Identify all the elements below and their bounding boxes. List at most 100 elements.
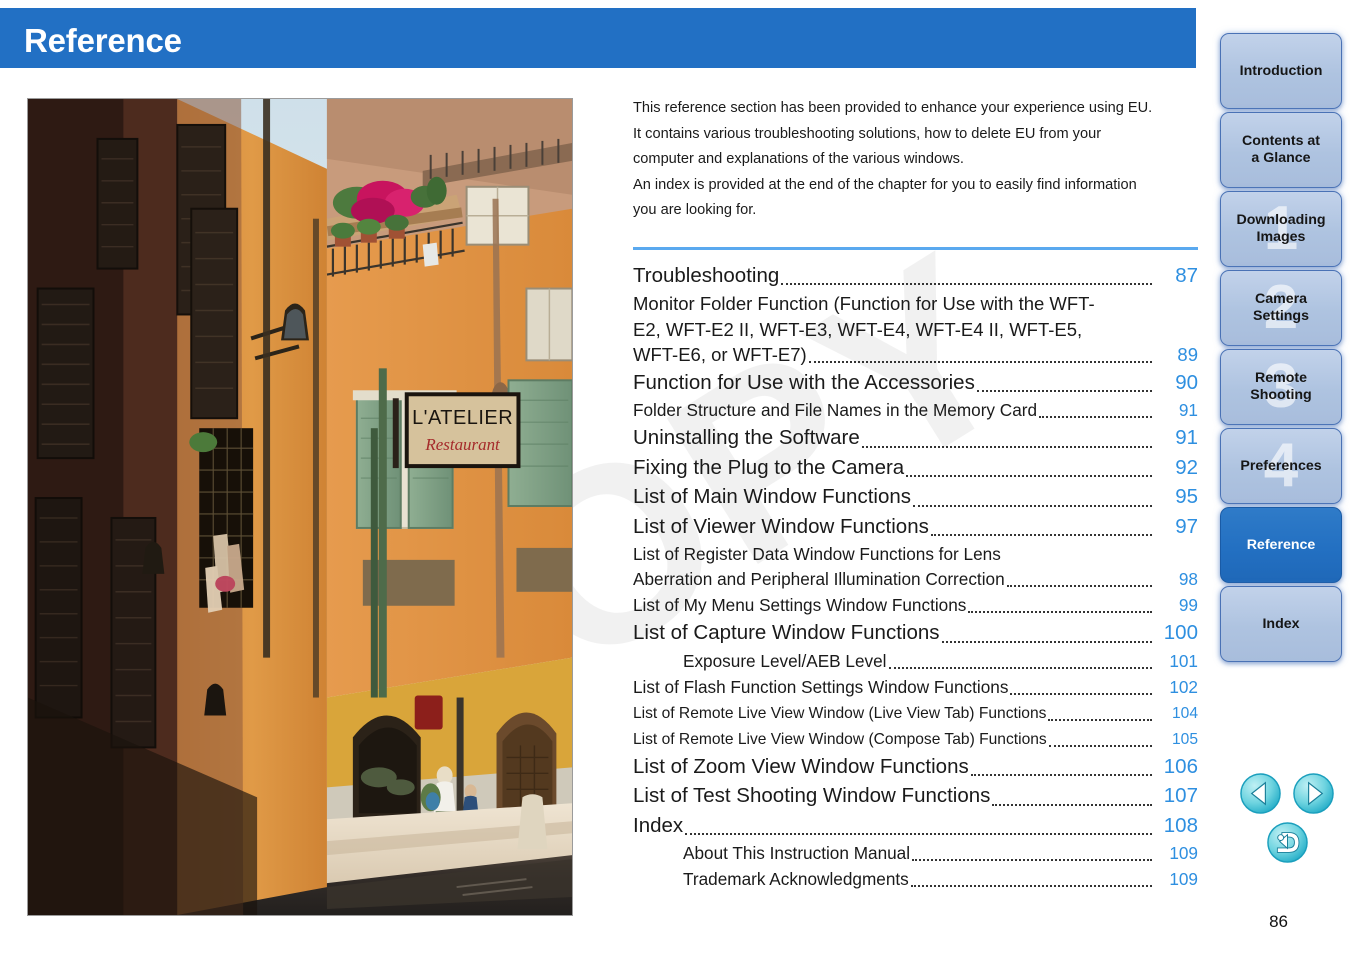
toc-leader-dots — [913, 504, 1152, 507]
toc-entry[interactable]: List of Register Data Window Functions f… — [633, 542, 1198, 592]
intro-line-2: It contains various troubleshooting solu… — [633, 125, 1102, 142]
toc-entry-page: 90 — [1175, 370, 1198, 394]
toc-entry[interactable]: Exposure Level/AEB Level 101 — [633, 649, 1198, 674]
toc-entry[interactable]: About This Instruction Manual 109 — [633, 841, 1198, 866]
toc-entry-textwrap: List of Register Data Window Functions f… — [633, 542, 1154, 592]
intro-paragraph: This reference section has been provided… — [633, 96, 1198, 224]
manual-page: COPY Reference L'ATELIER Restaurant This… — [0, 0, 1350, 954]
toc-entry-textwrap: Monitor Folder Function (Function for Us… — [633, 291, 1154, 368]
toc-entry-label-line: List of Register Data Window Functions f… — [633, 544, 1001, 564]
sidebar-tab-camera-settings[interactable]: 2 Camera Settings — [1220, 270, 1342, 346]
toc-entry[interactable]: Fixing the Plug to the Camera 92 — [633, 454, 1198, 483]
toc-entry-label: List of Main Window Functions — [633, 485, 912, 508]
toc-entry[interactable]: Function for Use with the Accessories 90 — [633, 369, 1198, 398]
sidebar-tab-preferences[interactable]: 4 Preferences — [1220, 428, 1342, 504]
toc-entry-page: 87 — [1175, 263, 1198, 287]
toc-entry-label: About This Instruction Manual — [683, 843, 911, 863]
toc-entry[interactable]: List of Remote Live View Window (Compose… — [633, 727, 1198, 752]
toc-leader-dots — [930, 534, 1152, 536]
toc-entry[interactable]: Troubleshooting 87 — [633, 262, 1198, 291]
previous-page-icon[interactable] — [1239, 772, 1282, 815]
toc-leader-dots — [968, 611, 1152, 613]
toc-entry-page: 91 — [1178, 400, 1198, 420]
toc-entry[interactable]: Uninstalling the Software 91 — [633, 424, 1198, 453]
toc-leader-dots — [685, 833, 1152, 835]
toc-entry-textwrap: List of Test Shooting Window Functions — [633, 782, 1154, 811]
reference-content: This reference section has been provided… — [633, 96, 1198, 893]
sidebar-tab-reference[interactable]: Reference — [1220, 507, 1342, 583]
toc-entry[interactable]: List of Main Window Functions 95 — [633, 483, 1198, 512]
toc-entry-label: List of Remote Live View Window (Live Vi… — [633, 704, 1047, 722]
toc-entry[interactable]: Index 108 — [633, 812, 1198, 841]
toc-entry-label-line: Monitor Folder Function (Function for Us… — [633, 293, 1095, 314]
toc-entry-label-line: E2, WFT-E2 II, WFT-E3, WFT-E4, WFT-E4 II… — [633, 318, 1083, 340]
return-icon[interactable] — [1266, 821, 1309, 864]
navigation-buttons — [1232, 772, 1342, 864]
toc-entry-page: 109 — [1169, 869, 1198, 889]
toc-entry-label: Function for Use with the Accessories — [633, 370, 975, 394]
toc-entry-label: List of Remote Live View Window (Compose… — [633, 730, 1047, 748]
toc-leader-dots — [888, 666, 1152, 669]
toc-entry[interactable]: List of Capture Window Functions 100 — [633, 619, 1198, 648]
toc-entry-page: 100 — [1163, 621, 1198, 644]
toc-entry-label: Uninstalling the Software — [633, 426, 860, 449]
intro-line-1: This reference section has been provided… — [633, 100, 1153, 116]
toc-entry[interactable]: List of My Menu Settings Window Function… — [633, 593, 1198, 618]
toc-entry[interactable]: List of Zoom View Window Functions 106 — [633, 753, 1198, 782]
toc-entry[interactable]: List of Remote Live View Window (Live Vi… — [633, 701, 1198, 726]
sidebar-tab-index[interactable]: Index — [1220, 586, 1342, 662]
toc-leader-dots — [976, 390, 1152, 392]
toc-entry-textwrap: Function for Use with the Accessories — [633, 369, 1154, 398]
sidebar-tab-label: Reference — [1246, 536, 1316, 553]
toc-leader-dots — [906, 475, 1152, 477]
sidebar-tab-contents-at-a-glance[interactable]: Contents at a Glance — [1220, 112, 1342, 188]
toc-entry-label: Exposure Level/AEB Level — [683, 650, 887, 671]
toc-entry-page: 109 — [1169, 843, 1198, 863]
toc-entry[interactable]: Monitor Folder Function (Function for Us… — [633, 291, 1198, 368]
toc-entry-page: 89 — [1177, 344, 1198, 365]
toc-entry-textwrap: List of Viewer Window Functions — [633, 513, 1154, 542]
intro-line-3: computer and explanations of the various… — [633, 151, 964, 167]
sidebar-tab-label: Remote Shooting — [1250, 370, 1312, 403]
toc-leader-dots — [1006, 585, 1152, 587]
toc-entry[interactable]: List of Viewer Window Functions 97 — [633, 513, 1198, 542]
sidebar-tab-label: Camera Settings — [1253, 291, 1309, 324]
toc-leader-dots — [970, 774, 1152, 776]
photo-sign-secondary: Restaurant — [424, 435, 501, 454]
toc-entry-label: List of Capture Window Functions — [633, 621, 940, 644]
chapter-sidebar: Introduction Contents at a Glance 1 Downloa… — [1220, 33, 1342, 665]
toc-entry-label: List of Test Shooting Window Functions — [633, 784, 991, 807]
next-page-icon[interactable] — [1292, 772, 1335, 815]
sidebar-tab-introduction[interactable]: Introduction — [1220, 33, 1342, 109]
sidebar-tab-downloading-images[interactable]: 1 Downloading Images — [1220, 191, 1342, 267]
sidebar-tab-label: Contents at a Glance — [1241, 133, 1321, 166]
toc-entry-page: 102 — [1169, 676, 1198, 697]
photo-sign-primary: L'ATELIER — [412, 407, 513, 429]
sidebar-tab-label: Index — [1262, 615, 1300, 632]
toc-entry[interactable]: Trademark Acknowledgments 109 — [633, 867, 1198, 892]
toc-entry[interactable]: List of Flash Function Settings Window F… — [633, 675, 1198, 700]
toc-entry[interactable]: List of Test Shooting Window Functions 10… — [633, 782, 1198, 811]
toc-entry-textwrap: List of Flash Function Settings Window F… — [633, 675, 1154, 700]
toc-entry-label: List of My Menu Settings Window Function… — [633, 595, 967, 615]
sidebar-tab-remote-shooting[interactable]: 3 Remote Shooting — [1220, 349, 1342, 425]
toc-leader-dots — [1010, 692, 1152, 695]
toc-entry-textwrap: About This Instruction Manual — [683, 841, 1154, 866]
toc-leader-dots — [912, 859, 1152, 861]
toc-entry-textwrap: Index — [633, 812, 1154, 841]
toc-entry-page: 104 — [1171, 704, 1198, 722]
toc-entry-textwrap: Troubleshooting — [633, 262, 1154, 291]
toc-entry-textwrap: Fixing the Plug to the Camera — [633, 454, 1154, 483]
page-title: Reference — [24, 22, 182, 59]
sidebar-tab-label: Introduction — [1239, 62, 1323, 79]
toc-entry-textwrap: List of Zoom View Window Functions — [633, 753, 1154, 782]
toc-entry[interactable]: Folder Structure and File Names in the M… — [633, 398, 1198, 423]
nav-arrow-row — [1232, 772, 1342, 815]
toc-entry-textwrap: Folder Structure and File Names in the M… — [633, 398, 1154, 423]
toc-entry-label: Troubleshooting — [633, 263, 780, 287]
toc-entry-label: WFT-E6, or WFT-E7) — [633, 344, 807, 365]
toc-entry-label-lastline: Aberration and Peripheral Illumination C… — [633, 567, 1154, 592]
toc-entry-label: Aberration and Peripheral Illumination C… — [633, 569, 1005, 589]
toc-entry-label: Folder Structure and File Names in the M… — [633, 400, 1038, 420]
toc-leader-dots — [941, 640, 1152, 643]
